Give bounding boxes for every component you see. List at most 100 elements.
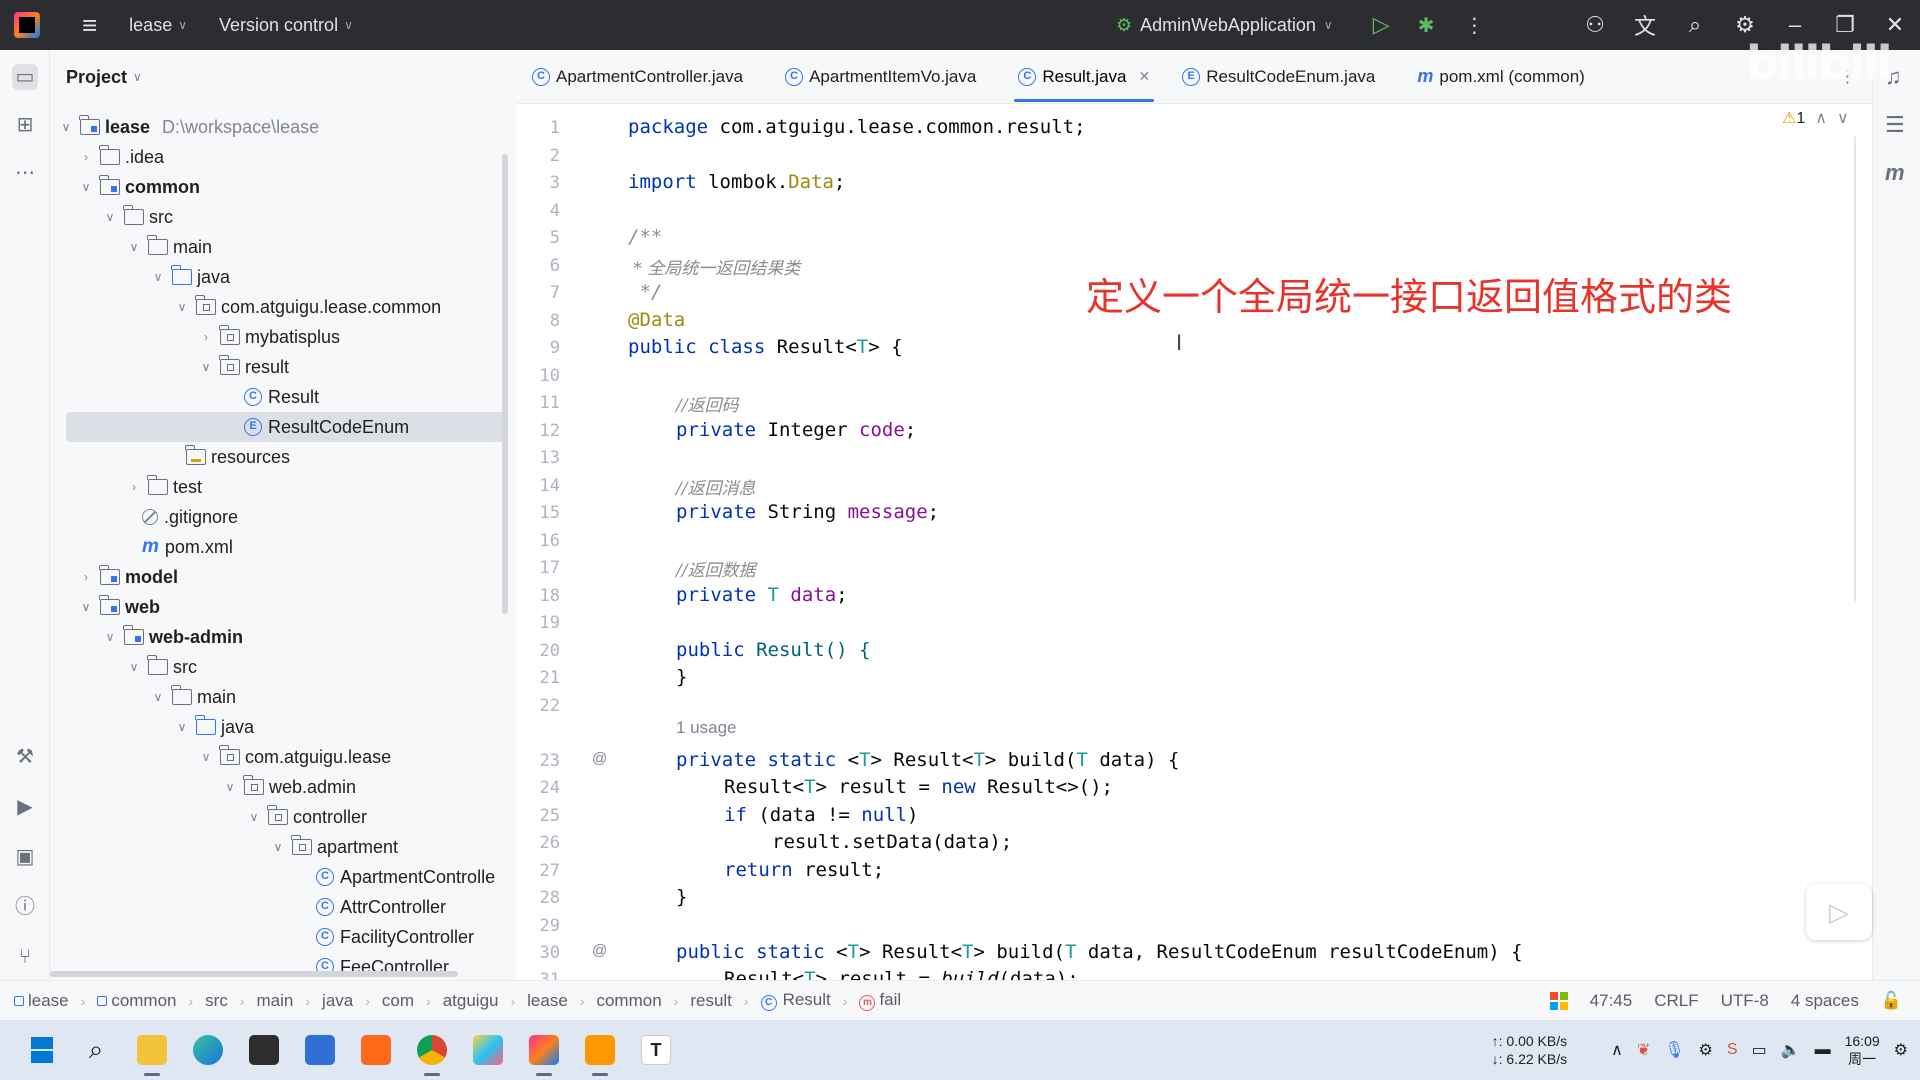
chevron-down-icon[interactable]: ∨ <box>58 120 74 134</box>
project-vertical-scrollbar[interactable] <box>502 154 508 614</box>
breadcrumb-item[interactable]: atguigu <box>443 991 499 1011</box>
notification-center-icon[interactable]: ⚙ <box>1894 1040 1908 1060</box>
restore-icon[interactable]: ❐ <box>1820 12 1870 38</box>
minimize-icon[interactable]: – <box>1770 12 1820 38</box>
battery-icon[interactable]: ▬ <box>1815 1041 1831 1059</box>
indent-setting[interactable]: 4 spaces <box>1791 991 1859 1011</box>
edge-browser-icon[interactable] <box>180 1020 236 1080</box>
intellij-logo-icon[interactable] <box>14 12 40 38</box>
clock[interactable]: 16:09 周一 <box>1845 1032 1880 1068</box>
tray-expand-icon[interactable]: ∧ <box>1611 1040 1623 1060</box>
microphone-icon[interactable]: 🎙 <box>1664 1040 1684 1060</box>
store-app-icon[interactable] <box>292 1020 348 1080</box>
tree-row[interactable]: ∨ common <box>50 172 500 202</box>
tree-row[interactable]: ∨ com.atguigu.lease.common <box>50 292 500 322</box>
tab-pom-common[interactable]: m pom.xml (common) <box>1401 50 1600 104</box>
chevron-down-icon[interactable]: ∨ <box>174 300 190 314</box>
tree-row[interactable]: › .idea <box>50 142 500 172</box>
breadcrumb-item[interactable]: common <box>97 991 177 1011</box>
tree-row[interactable]: ∨ main <box>50 232 500 262</box>
tree-row[interactable]: ∨ result <box>50 352 500 382</box>
close-icon[interactable]: ✕ <box>1870 12 1920 38</box>
breadcrumb-item[interactable]: main <box>257 991 294 1011</box>
colorful-app-icon[interactable] <box>460 1020 516 1080</box>
tab-apartment-item-vo[interactable]: C ApartmentItemVo.java <box>769 50 992 104</box>
project-selector[interactable]: lease ∨ <box>129 15 187 36</box>
tray-tool-icon[interactable]: ⚙ <box>1699 1040 1713 1060</box>
run-icon[interactable]: ▷ <box>1373 12 1390 38</box>
tab-result-java[interactable]: C Result.java ✕ <box>1002 50 1166 104</box>
chevron-down-icon[interactable]: ∨ <box>150 690 166 704</box>
chevron-down-icon[interactable]: ∨ <box>174 720 190 734</box>
file-explorer-icon[interactable] <box>124 1020 180 1080</box>
chevron-up-icon[interactable]: ∧ <box>1815 108 1827 128</box>
tree-row[interactable]: ∨ src <box>50 652 500 682</box>
breadcrumb-item[interactable]: result <box>690 991 732 1011</box>
more-actions-icon[interactable]: ⋮ <box>1464 13 1484 38</box>
line-separator[interactable]: CRLF <box>1654 991 1698 1011</box>
tree-row[interactable]: C Result <box>50 382 500 412</box>
chevron-down-icon[interactable]: ∨ <box>198 360 214 374</box>
file-encoding[interactable]: UTF-8 <box>1721 991 1769 1011</box>
breadcrumb-item[interactable]: lease <box>527 991 568 1011</box>
tree-row[interactable]: ∨ web.admin <box>50 772 500 802</box>
terminal-app-icon[interactable] <box>236 1020 292 1080</box>
tree-row[interactable]: ∨ com.atguigu.lease <box>50 742 500 772</box>
problems-icon[interactable]: ⓘ <box>12 894 38 920</box>
build-hammer-icon[interactable]: ⚒ <box>12 744 38 770</box>
tree-row[interactable]: resources <box>50 442 500 472</box>
sublime-text-icon[interactable] <box>572 1020 628 1080</box>
tree-row[interactable]: ∨ src <box>50 202 500 232</box>
run-config-selector[interactable]: ⚙ AdminWebApplication ∨ ▷ ✱ ⋮ <box>1116 0 1484 50</box>
tree-row[interactable]: ∨ java <box>50 262 500 292</box>
git-branch-icon[interactable]: ⑂ <box>12 944 38 970</box>
tab-apartment-controller[interactable]: C ApartmentController.java <box>516 50 759 104</box>
tree-row[interactable]: › model <box>50 562 500 592</box>
chevron-down-icon[interactable]: ∨ <box>102 630 118 644</box>
tree-row[interactable]: ∨ web <box>50 592 500 622</box>
tree-row[interactable]: C FacilityController <box>50 922 500 952</box>
chevron-down-icon[interactable]: ∨ <box>126 660 142 674</box>
chevron-right-icon[interactable]: › <box>126 480 142 494</box>
lock-icon[interactable]: 🔓 <box>1881 991 1902 1011</box>
chevron-down-icon[interactable]: ∨ <box>102 210 118 224</box>
intellij-taskbar-icon[interactable] <box>516 1020 572 1080</box>
project-folder-icon[interactable]: ▭ <box>12 64 38 90</box>
typora-app-icon[interactable]: T <box>628 1020 684 1080</box>
chevron-down-icon[interactable]: ∨ <box>270 840 286 854</box>
debug-icon[interactable]: ✱ <box>1418 13 1435 38</box>
translate-icon[interactable]: 文 <box>1620 9 1670 41</box>
code-with-me-icon[interactable]: ⚇ <box>1570 12 1620 38</box>
chevron-right-icon[interactable]: › <box>78 570 94 584</box>
tray-s-icon[interactable]: S <box>1727 1041 1738 1059</box>
chevron-down-icon[interactable]: ∨ <box>78 180 94 194</box>
tree-row[interactable]: ∨ lease D:\workspace\lease <box>50 112 500 142</box>
chevron-right-icon[interactable]: › <box>198 330 214 344</box>
close-tab-icon[interactable]: ✕ <box>1138 68 1150 85</box>
tree-row[interactable]: ∨ web-admin <box>50 622 500 652</box>
breadcrumb-item[interactable]: com <box>382 991 414 1011</box>
breadcrumb-item[interactable]: C Result <box>760 990 831 1011</box>
chevron-down-icon[interactable]: ∨ <box>198 750 214 764</box>
tree-row-selected[interactable]: E ResultCodeEnum <box>66 412 506 442</box>
usage-hint[interactable]: 1 usage <box>676 718 737 738</box>
volume-icon[interactable]: 🔈 <box>1781 1040 1801 1060</box>
chevron-down-icon[interactable]: ∨ <box>222 780 238 794</box>
search-icon[interactable]: ⌕ <box>1670 12 1720 38</box>
tree-row[interactable]: .gitignore <box>50 502 500 532</box>
cursor-position[interactable]: 47:45 <box>1590 991 1633 1011</box>
chevron-down-icon[interactable]: ∨ <box>126 240 142 254</box>
more-tools-icon[interactable]: ⋯ <box>12 160 38 186</box>
breadcrumb-item[interactable]: m fail <box>859 990 901 1011</box>
vcs-selector[interactable]: Version control ∨ <box>219 15 353 36</box>
chrome-browser-icon[interactable] <box>404 1020 460 1080</box>
tree-row[interactable]: ∨ controller <box>50 802 500 832</box>
chevron-right-icon[interactable]: › <box>78 150 94 164</box>
database-icon[interactable]: ☰ <box>1885 112 1905 138</box>
structure-icon[interactable]: ⊞ <box>12 112 38 138</box>
maven-icon[interactable]: m <box>1885 160 1905 186</box>
tree-row[interactable]: ∨ java <box>50 712 500 742</box>
project-horizontal-scrollbar[interactable] <box>50 971 458 977</box>
display-icon[interactable]: ▭ <box>1752 1040 1767 1060</box>
tree-row[interactable]: C AttrController <box>50 892 500 922</box>
